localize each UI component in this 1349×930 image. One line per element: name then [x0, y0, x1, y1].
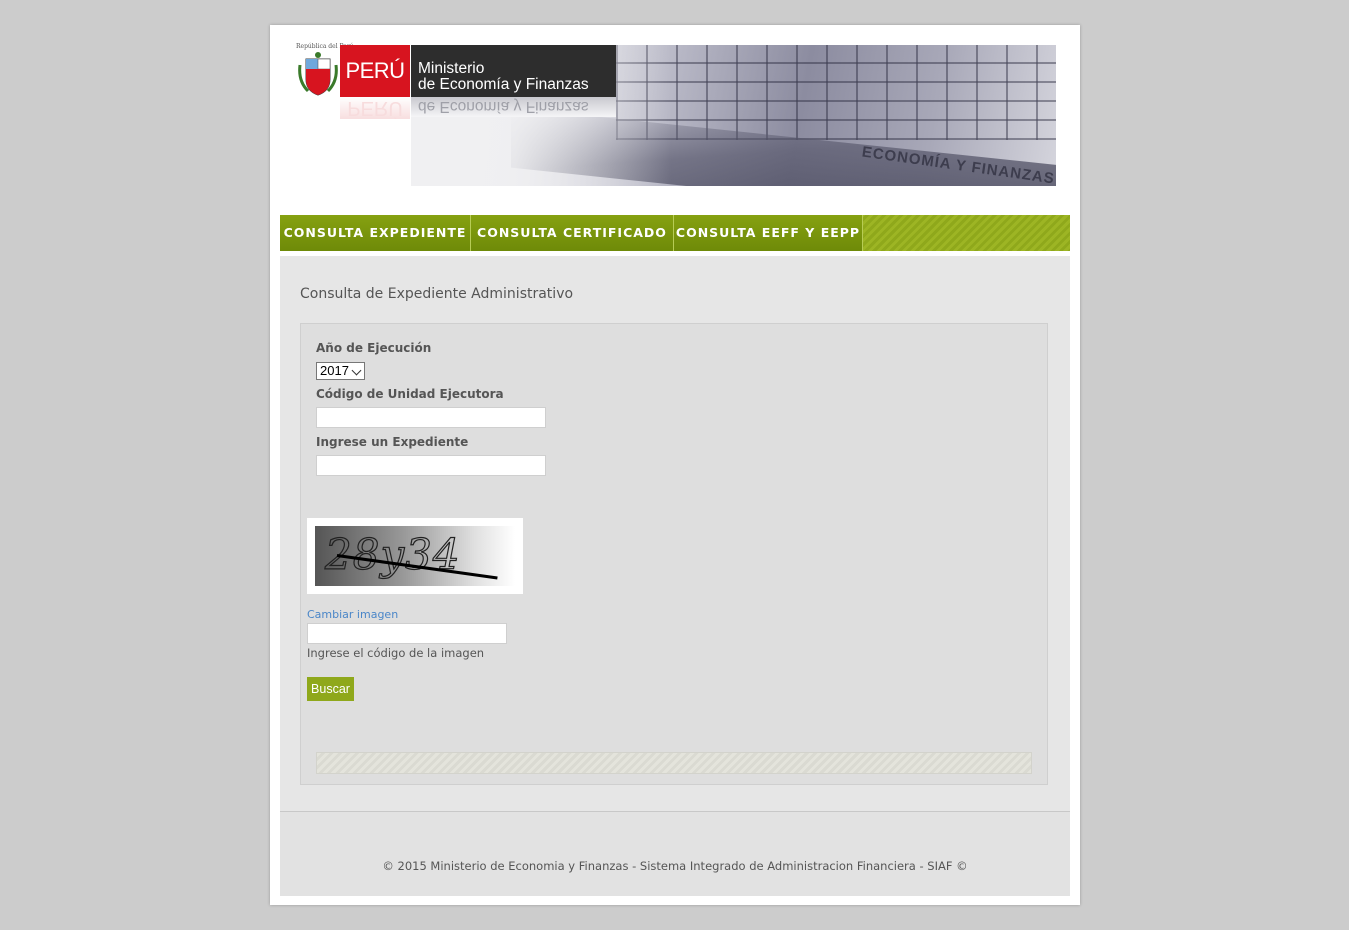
- footer-copyright: © 2015 Ministerio de Economia y Finanzas…: [382, 859, 968, 873]
- chevron-down-icon: [351, 365, 362, 376]
- footer: © 2015 Ministerio de Economia y Finanzas…: [280, 811, 1070, 896]
- main-content: Consulta de Expediente Administrativo Añ…: [280, 256, 1070, 811]
- results-bar: [316, 752, 1032, 774]
- search-form: Año de Ejecución 2017 Código de Unidad E…: [300, 323, 1048, 785]
- search-button[interactable]: Buscar: [307, 677, 354, 701]
- captcha-frame: 28y34: [307, 518, 523, 594]
- ministry-reflection-text: de Economía y Finanzas: [418, 98, 589, 115]
- shield-caption: República del Perú: [296, 43, 354, 50]
- page-container: República del Perú PERÚ PERÚ ECONOMÍA Y …: [270, 25, 1080, 905]
- expediente-label: Ingrese un Expediente: [316, 435, 469, 449]
- peru-shield-icon: [298, 52, 338, 96]
- captcha-image: 28y34: [315, 526, 515, 586]
- tab-consulta-expediente[interactable]: CONSULTA EXPEDIENTE: [280, 215, 471, 251]
- ministry-name: Ministerio de Economía y Finanzas: [411, 45, 616, 97]
- ministry-name-reflection: de Economía y Finanzas: [411, 97, 616, 117]
- year-label: Año de Ejecución: [316, 341, 432, 355]
- year-select-value: 2017: [320, 363, 349, 378]
- year-select[interactable]: 2017: [316, 362, 365, 380]
- tab-consulta-eeff-eepp[interactable]: CONSULTA EEFF Y EEPP: [674, 215, 863, 251]
- unit-code-label: Código de Unidad Ejecutora: [316, 387, 504, 401]
- main-nav: CONSULTA EXPEDIENTE CONSULTA CERTIFICADO…: [280, 215, 1070, 251]
- captcha-hint: Ingrese el código de la imagen: [307, 646, 485, 660]
- tab-consulta-certificado[interactable]: CONSULTA CERTIFICADO: [471, 215, 674, 251]
- unit-code-input[interactable]: [316, 407, 546, 428]
- header-banner: República del Perú PERÚ PERÚ ECONOMÍA Y …: [270, 25, 1080, 215]
- peru-label: PERÚ: [340, 45, 410, 97]
- change-image-link[interactable]: Cambiar imagen: [307, 608, 398, 621]
- expediente-input[interactable]: [316, 455, 546, 476]
- ministry-line-1: Ministerio: [418, 60, 485, 77]
- ministry-line-2: de Economía y Finanzas: [418, 76, 589, 93]
- page-title: Consulta de Expediente Administrativo: [300, 286, 574, 302]
- peru-label-reflection: PERÚ: [340, 97, 410, 119]
- captcha-code-input[interactable]: [307, 623, 507, 644]
